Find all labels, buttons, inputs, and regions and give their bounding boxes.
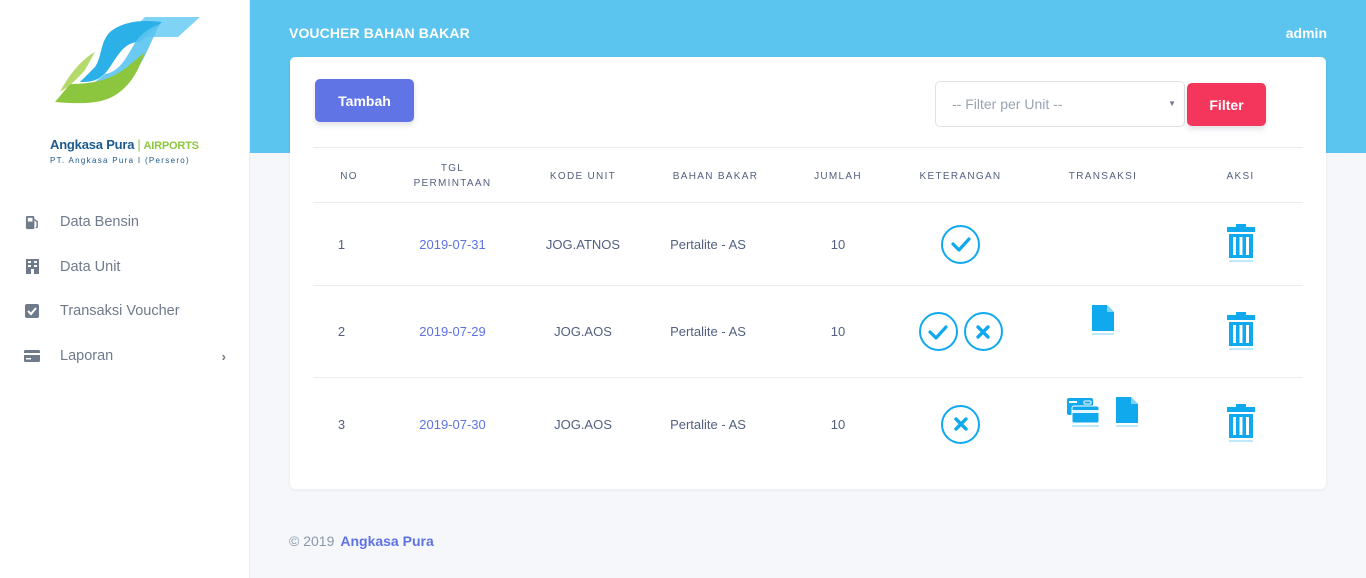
column-header-transaksi: TRANSAKSI	[1068, 170, 1138, 182]
cell-transaction	[1033, 203, 1173, 285]
cell-status	[893, 203, 1028, 285]
cell-transaction	[1033, 378, 1173, 470]
column-header-bahan-bakar: BAHAN BAKAR	[672, 170, 759, 182]
check-square-icon	[24, 303, 40, 319]
brand-divider: |	[137, 137, 141, 152]
trash-icon[interactable]	[1226, 311, 1256, 352]
brand-name-text: Angkasa Pura	[50, 137, 135, 152]
page-title: VOUCHER BAHAN BAKAR	[289, 25, 470, 41]
table-row: 2 2019-07-29 JOG.AOS Pertalite - AS 10	[313, 286, 1303, 378]
payment-cards-icon[interactable]	[1067, 398, 1099, 428]
document-icon[interactable]	[1091, 304, 1115, 337]
cell-action	[1183, 378, 1298, 470]
sidebar-nav: Data Bensin Data Unit Transaksi Voucher …	[0, 200, 250, 378]
brand-subtitle: PT. Angkasa Pura I (Persero)	[50, 156, 191, 165]
sidebar-item-data-unit[interactable]: Data Unit	[0, 245, 250, 290]
brand-name: Angkasa Pura | AIRPORTS	[50, 137, 199, 152]
cell-date[interactable]: 2019-07-30	[405, 378, 500, 470]
chevron-right-icon: ›	[221, 348, 226, 364]
cell-date[interactable]: 2019-07-31	[405, 203, 500, 285]
cell-unit: JOG.AOS	[554, 324, 612, 339]
column-header-kode-unit: KODE UNIT	[549, 170, 617, 182]
cell-no: 3	[337, 416, 346, 432]
x-circle-icon[interactable]	[941, 404, 980, 444]
column-header-keterangan: KETERANGAN	[919, 170, 1002, 182]
cell-action	[1183, 286, 1298, 377]
cell-fuel: Pertalite - AS	[670, 324, 746, 339]
cell-unit: JOG.ATNOS	[545, 236, 621, 252]
cell-unit: JOG.AOS	[554, 416, 612, 432]
add-button[interactable]: Tambah	[315, 79, 414, 122]
filter-button[interactable]: Filter	[1187, 83, 1266, 126]
cell-status	[893, 378, 1028, 470]
angkasa-pura-logo-mark	[55, 17, 200, 104]
cell-status	[893, 286, 1028, 377]
cell-qty: 10	[830, 416, 846, 432]
unit-filter-placeholder: -- Filter per Unit --	[952, 96, 1063, 112]
gas-pump-icon	[24, 214, 40, 230]
table-row: 1 2019-07-31 JOG.ATNOS Pertalite - AS 10	[313, 203, 1303, 286]
x-circle-icon[interactable]	[963, 312, 1003, 351]
cell-date[interactable]: 2019-07-29	[405, 286, 500, 377]
document-icon[interactable]	[1115, 397, 1139, 429]
check-circle-icon[interactable]	[918, 312, 958, 351]
footer-copyright: © 2019	[289, 533, 335, 549]
cell-no: 1	[337, 236, 346, 252]
cell-no: 2	[337, 324, 346, 339]
unit-filter-select[interactable]: -- Filter per Unit -- ▼	[935, 81, 1185, 127]
sidebar-item-label: Data Bensin	[60, 214, 139, 231]
sidebar-item-label: Data Unit	[60, 258, 121, 275]
user-menu[interactable]: admin	[1286, 25, 1327, 41]
footer: © 2019 Angkasa Pura	[289, 533, 434, 549]
cell-action	[1183, 203, 1298, 285]
sidebar-item-laporan[interactable]: Laporan ›	[0, 334, 250, 379]
cell-qty: 10	[830, 324, 846, 339]
check-circle-icon[interactable]	[941, 224, 980, 264]
trash-icon[interactable]	[1226, 224, 1256, 264]
voucher-card: Tambah -- Filter per Unit -- ▼ Filter NO…	[290, 57, 1326, 489]
caret-down-icon: ▼	[1168, 99, 1176, 108]
sidebar-item-label: Laporan	[60, 347, 114, 364]
cell-fuel: Pertalite - AS	[670, 236, 746, 252]
cell-fuel: Pertalite - AS	[670, 416, 746, 432]
column-header-jumlah: JUMLAH	[814, 170, 862, 182]
sidebar-item-transaksi-voucher[interactable]: Transaksi Voucher	[0, 289, 250, 334]
trash-icon[interactable]	[1226, 404, 1256, 444]
brand-suffix: AIRPORTS	[143, 140, 199, 152]
column-header-aksi: AKSI	[1226, 170, 1255, 182]
sidebar-item-label: Transaksi Voucher	[60, 303, 180, 320]
sidebar-item-data-bensin[interactable]: Data Bensin	[0, 200, 250, 245]
brand-logo[interactable]: Angkasa Pura | AIRPORTS PT. Angkasa Pura I…	[40, 12, 215, 172]
building-icon	[24, 259, 40, 275]
footer-brand-link[interactable]: Angkasa Pura	[340, 533, 433, 549]
cell-transaction	[1033, 286, 1173, 377]
table-header: NO TGL PERMINTAAN KODE UNIT BAHAN BAKAR …	[313, 147, 1303, 203]
voucher-table: NO TGL PERMINTAAN KODE UNIT BAHAN BAKAR …	[313, 147, 1303, 470]
table-row: 3 2019-07-30 JOG.AOS Pertalite - AS 10	[313, 378, 1303, 470]
column-header-no: NO	[340, 170, 358, 182]
sidebar: Angkasa Pura | AIRPORTS PT. Angkasa Pura I…	[0, 0, 250, 578]
credit-card-icon	[24, 348, 40, 364]
cell-qty: 10	[830, 236, 846, 252]
column-header-tgl-permintaan: TGL PERMINTAAN	[413, 163, 492, 189]
